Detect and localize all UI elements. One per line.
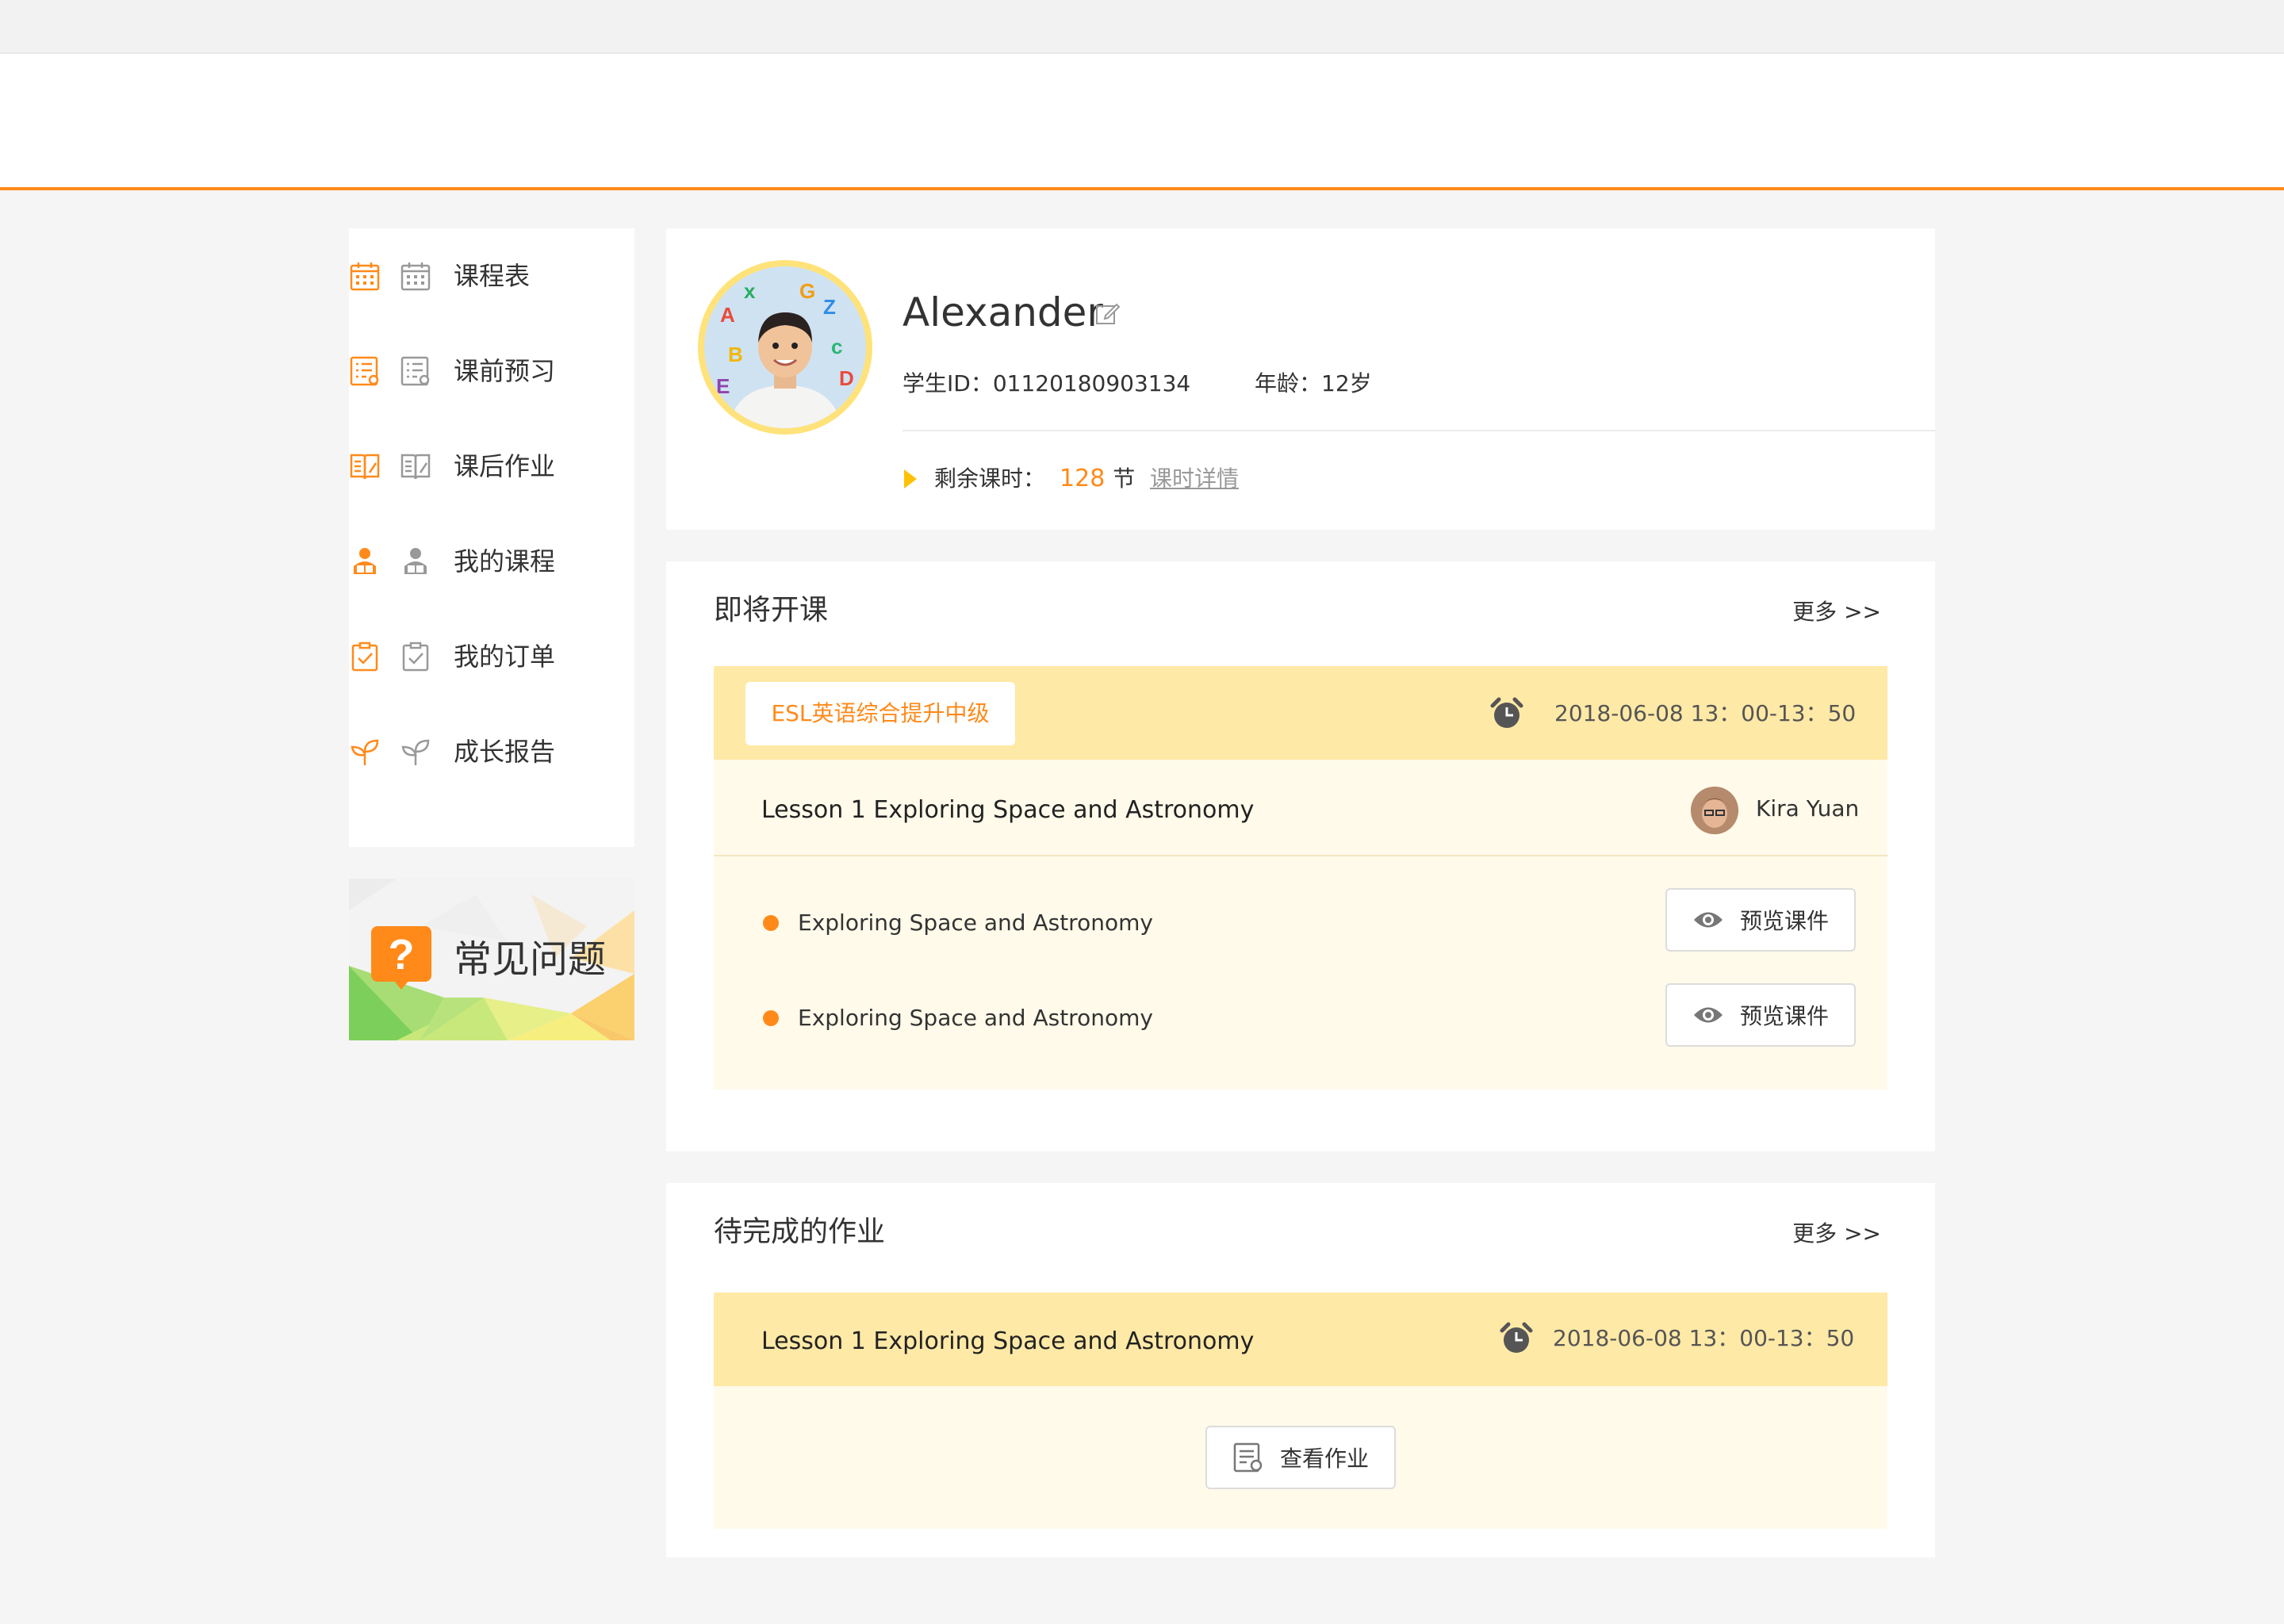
preview-courseware-button[interactable]: 预览课件 [1665,983,1856,1047]
teacher-avatar [1691,787,1738,834]
lesson-title: Lesson 1 Exploring Space and Astronomy [761,796,1255,824]
faq-banner[interactable]: ? 常见问题 [349,879,634,1040]
sidebar-item-preview[interactable]: 课前预习 [349,339,634,403]
upcoming-classes-section: 即将开课 更多 >> ESL英语综合提升中级 2018-06-08 13：00-… [666,561,1935,1151]
profile-card: A Z Bc E D Gx Alexander 学生ID：0112018090313… [666,228,1935,530]
sidebar-item-homework[interactable]: 课后作业 [349,435,634,498]
sprout-icon [351,739,379,765]
eye-icon [1693,1007,1723,1023]
class-time: 2018-06-08 13：00-13：50 [1554,700,1857,726]
preview-list-icon [400,356,430,386]
class-card-body: Lesson 1 Exploring Space and Astronomy K… [714,760,1887,1090]
svg-text:B: B [728,343,743,366]
calendar-icon [400,262,431,291]
preview-list-icon [350,356,379,386]
edit-icon[interactable] [1094,301,1120,327]
course-tag: ESL英语综合提升中级 [745,682,1015,745]
student-name: Alexander [902,289,1103,335]
button-label: 查看作业 [1279,1446,1369,1472]
sidebar-item-label: 课前预习 [454,356,556,386]
class-card-header: ESL英语综合提升中级 2018-06-08 13：00-13：50 [714,666,1887,760]
svg-text:Z: Z [823,295,836,319]
top-header [0,54,2284,190]
svg-text:E: E [716,374,730,398]
student-icon [404,548,427,574]
svg-text:D: D [839,366,854,390]
student-age: 年龄：12岁 [1255,370,1372,396]
pending-homework-section: 待完成的作业 更多 >> Lesson 1 Exploring Space an… [666,1183,1935,1557]
remaining-unit: 节 [1113,465,1136,492]
alarm-clock-icon [1500,1322,1533,1353]
question-icon: ? [371,926,431,990]
row-divider [714,855,1887,856]
material-name: Exploring Space and Astronomy [798,910,1153,936]
sidebar-item-label: 成长报告 [454,737,556,767]
lesson-detail-link[interactable]: 课时详情 [1150,463,1239,495]
clipboard-check-icon [351,642,378,672]
more-link[interactable]: 更多 >> [1792,596,1881,628]
student-avatar: A Z Bc E D Gx [698,260,872,435]
sidebar-item-label: 课程表 [454,261,531,291]
student-icon [354,548,376,574]
button-label: 预览课件 [1739,1003,1829,1029]
sidebar-item-growth-report[interactable]: 成长报告 [349,720,634,783]
book-edit-icon [350,454,380,480]
homework-time: 2018-06-08 13：00-13：50 [1553,1325,1855,1351]
alarm-clock-icon [1490,697,1523,728]
browser-top-strip [0,0,2284,54]
play-triangle-icon [904,469,917,488]
remaining-label: 剩余课时： [934,465,1046,492]
homework-card: Lesson 1 Exploring Space and Astronomy 2… [714,1293,1887,1529]
lesson-title: Lesson 1 Exploring Space and Astronomy [761,1327,1255,1355]
section-title: 即将开课 [714,594,829,626]
more-link[interactable]: 更多 >> [1792,1218,1881,1250]
svg-text:G: G [799,279,815,303]
preview-courseware-button[interactable]: 预览课件 [1665,888,1856,952]
sidebar-item-my-orders[interactable]: 我的订单 [349,625,634,688]
book-edit-icon [400,454,431,480]
remaining-value: 128 [1060,465,1106,492]
sidebar-item-label: 课后作业 [454,451,556,481]
teacher-name: Kira Yuan [1756,795,1860,822]
student-photo: A Z Bc E D Gx [704,266,866,428]
profile-divider [902,430,1935,431]
svg-text:A: A [720,303,735,327]
svg-text:c: c [831,335,842,358]
sidebar-item-label: 我的课程 [454,546,556,576]
button-label: 预览课件 [1739,908,1829,934]
sprout-icon [401,739,430,765]
view-homework-button[interactable]: 查看作业 [1205,1426,1396,1489]
clipboard-check-icon [402,642,429,672]
eye-icon [1693,912,1723,928]
calendar-icon [350,262,380,291]
faq-label: 常见问题 [454,937,607,982]
svg-text:x: x [744,279,756,303]
bullet-dot [763,915,779,931]
bullet-dot [763,1010,779,1026]
homework-card-header: Lesson 1 Exploring Space and Astronomy 2… [714,1293,1887,1386]
section-title: 待完成的作业 [714,1216,886,1248]
sidebar-item-schedule[interactable]: 课程表 [349,244,634,308]
homework-doc-icon [1233,1442,1263,1473]
sidebar-menu: 课程表 课前预习 课后作业 我的课程 我的订单 成长报告 [349,228,634,847]
material-name: Exploring Space and Astronomy [798,1005,1153,1031]
student-id: 学生ID：01120180903134 [902,370,1191,396]
upcoming-class-card: ESL英语综合提升中级 2018-06-08 13：00-13：50 Lesso… [714,666,1887,1090]
remaining-lessons: 剩余课时： 128 节 [934,463,1135,495]
sidebar-item-my-courses[interactable]: 我的课程 [349,530,634,593]
homework-card-body: 查看作业 [714,1386,1887,1529]
teacher-photo [1691,787,1738,834]
sidebar-item-label: 我的订单 [454,642,556,672]
svg-text:?: ? [389,931,415,979]
